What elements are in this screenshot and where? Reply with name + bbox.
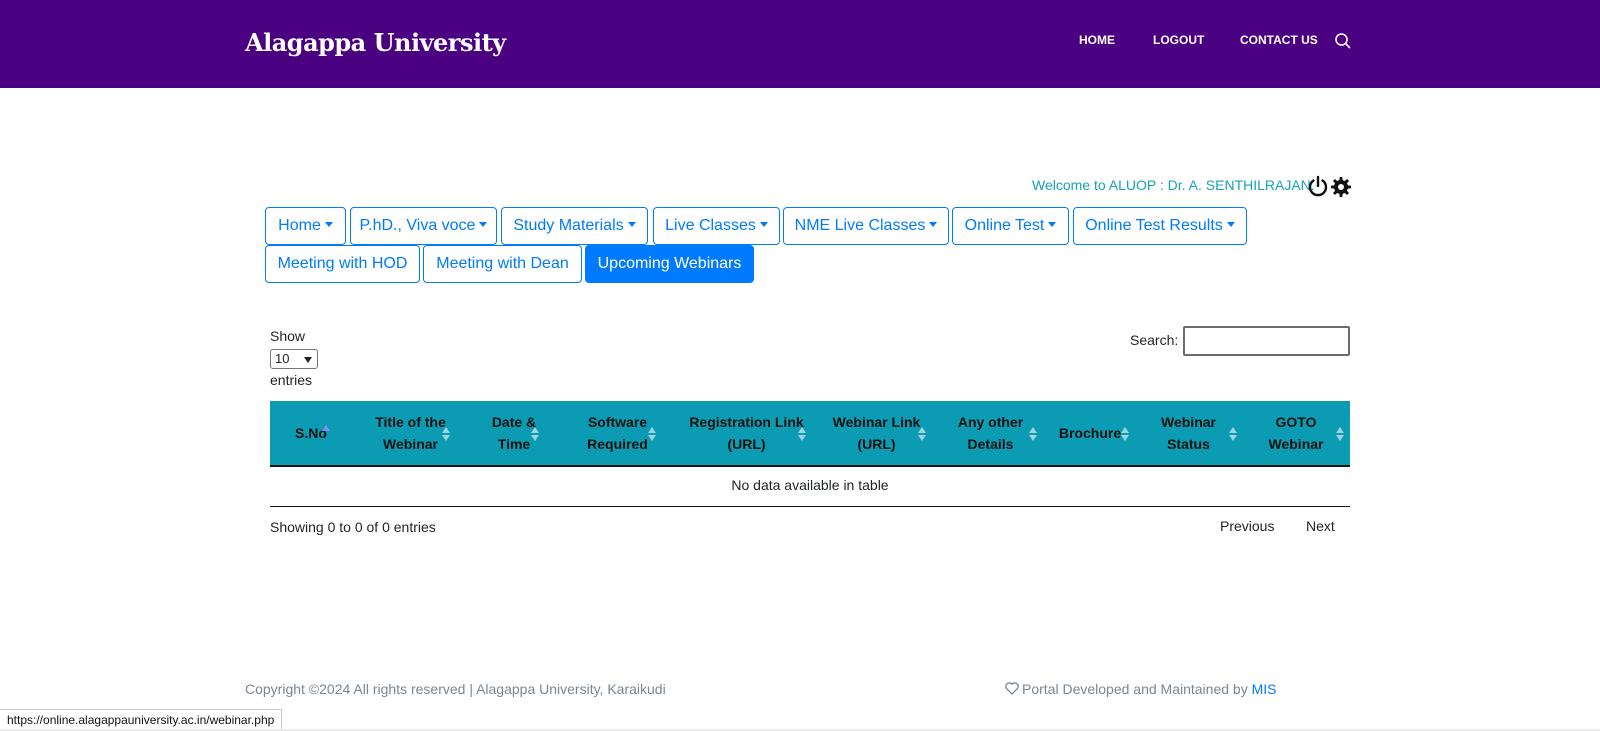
entries-select[interactable]: 10 bbox=[270, 349, 318, 369]
nav-home[interactable]: HOME bbox=[1079, 33, 1115, 47]
table-empty-row: No data available in table bbox=[270, 467, 1350, 507]
sort-asc-icon bbox=[322, 425, 330, 439]
sort-icon bbox=[1121, 427, 1129, 441]
nav-logout[interactable]: LOGOUT bbox=[1153, 33, 1204, 47]
chevron-down-icon bbox=[304, 357, 312, 363]
col-software[interactable]: Software Required bbox=[559, 401, 676, 465]
table-info: Showing 0 to 0 of 0 entries bbox=[270, 519, 436, 535]
sort-icon bbox=[798, 427, 806, 441]
menu-online-test-results[interactable]: Online Test Results bbox=[1073, 207, 1247, 245]
col-goto-webinar[interactable]: GOTO Webinar bbox=[1242, 401, 1350, 465]
sort-icon bbox=[918, 427, 926, 441]
sort-icon bbox=[1029, 427, 1037, 441]
entries-select-value: 10 bbox=[275, 351, 290, 366]
caret-down-icon bbox=[1048, 222, 1057, 227]
sort-icon bbox=[1336, 427, 1344, 441]
power-icon[interactable] bbox=[1307, 175, 1329, 197]
col-title[interactable]: Title of the Webinar bbox=[352, 401, 469, 465]
caret-down-icon bbox=[759, 222, 768, 227]
sort-icon bbox=[442, 427, 450, 441]
menu-meeting-with-dean[interactable]: Meeting with Dean bbox=[423, 245, 582, 283]
previous-button[interactable]: Previous bbox=[1220, 518, 1274, 534]
caret-down-icon bbox=[1226, 222, 1235, 227]
menu-live-classes[interactable]: Live Classes bbox=[653, 207, 780, 245]
col-sno[interactable]: S.No bbox=[270, 401, 352, 465]
show-label: Show bbox=[270, 328, 306, 344]
gear-icon[interactable] bbox=[1330, 176, 1352, 198]
sort-icon bbox=[648, 427, 656, 441]
caret-down-icon bbox=[627, 222, 636, 227]
col-webinar-status[interactable]: Webinar Status bbox=[1135, 401, 1242, 465]
next-button[interactable]: Next bbox=[1306, 518, 1335, 534]
caret-down-icon bbox=[324, 222, 333, 227]
search-label: Search: bbox=[1130, 332, 1179, 348]
site-brand[interactable]: Alagappa University bbox=[245, 28, 506, 57]
heart-icon bbox=[1005, 682, 1019, 695]
caret-down-icon bbox=[929, 222, 938, 227]
search-icon[interactable] bbox=[1334, 32, 1352, 50]
footer-credit-text: Portal Developed and Maintained by bbox=[1022, 681, 1248, 697]
caret-down-icon bbox=[479, 222, 488, 227]
footer-copyright: Copyright ©2024 All rights reserved | Al… bbox=[245, 681, 666, 697]
footer-credit: Portal Developed and Maintained by MIS bbox=[1005, 681, 1276, 697]
menu-study-materials[interactable]: Study Materials bbox=[501, 207, 648, 245]
sort-icon bbox=[531, 427, 539, 441]
table-header: S.No Title of the Webinar Date & Time So… bbox=[270, 401, 1350, 467]
menu-phd-viva-voce[interactable]: P.hD., Viva voce bbox=[350, 207, 497, 245]
menu-upcoming-webinars[interactable]: Upcoming Webinars bbox=[585, 245, 754, 283]
nav-contact-us[interactable]: CONTACT US bbox=[1240, 33, 1318, 47]
site-header: Alagappa University HOME LOGOUT CONTACT … bbox=[0, 0, 1600, 88]
entries-label: entries bbox=[270, 372, 313, 388]
menu-nme-live-classes[interactable]: NME Live Classes bbox=[783, 207, 949, 245]
mis-link[interactable]: MIS bbox=[1252, 681, 1277, 697]
menu-meeting-with-hod[interactable]: Meeting with HOD bbox=[265, 245, 420, 283]
col-registration-link[interactable]: Registration Link (URL) bbox=[676, 401, 817, 465]
status-url: https://online.alagappauniversity.ac.in/… bbox=[0, 709, 283, 731]
menu-home[interactable]: Home bbox=[265, 207, 346, 245]
table-search-input[interactable] bbox=[1183, 326, 1350, 356]
col-date-time[interactable]: Date & Time bbox=[469, 401, 559, 465]
sort-icon bbox=[1229, 427, 1237, 441]
menu-online-test[interactable]: Online Test bbox=[952, 207, 1069, 245]
welcome-message: Welcome to ALUOP : Dr. A. SENTHILRAJAN. bbox=[1032, 177, 1315, 193]
